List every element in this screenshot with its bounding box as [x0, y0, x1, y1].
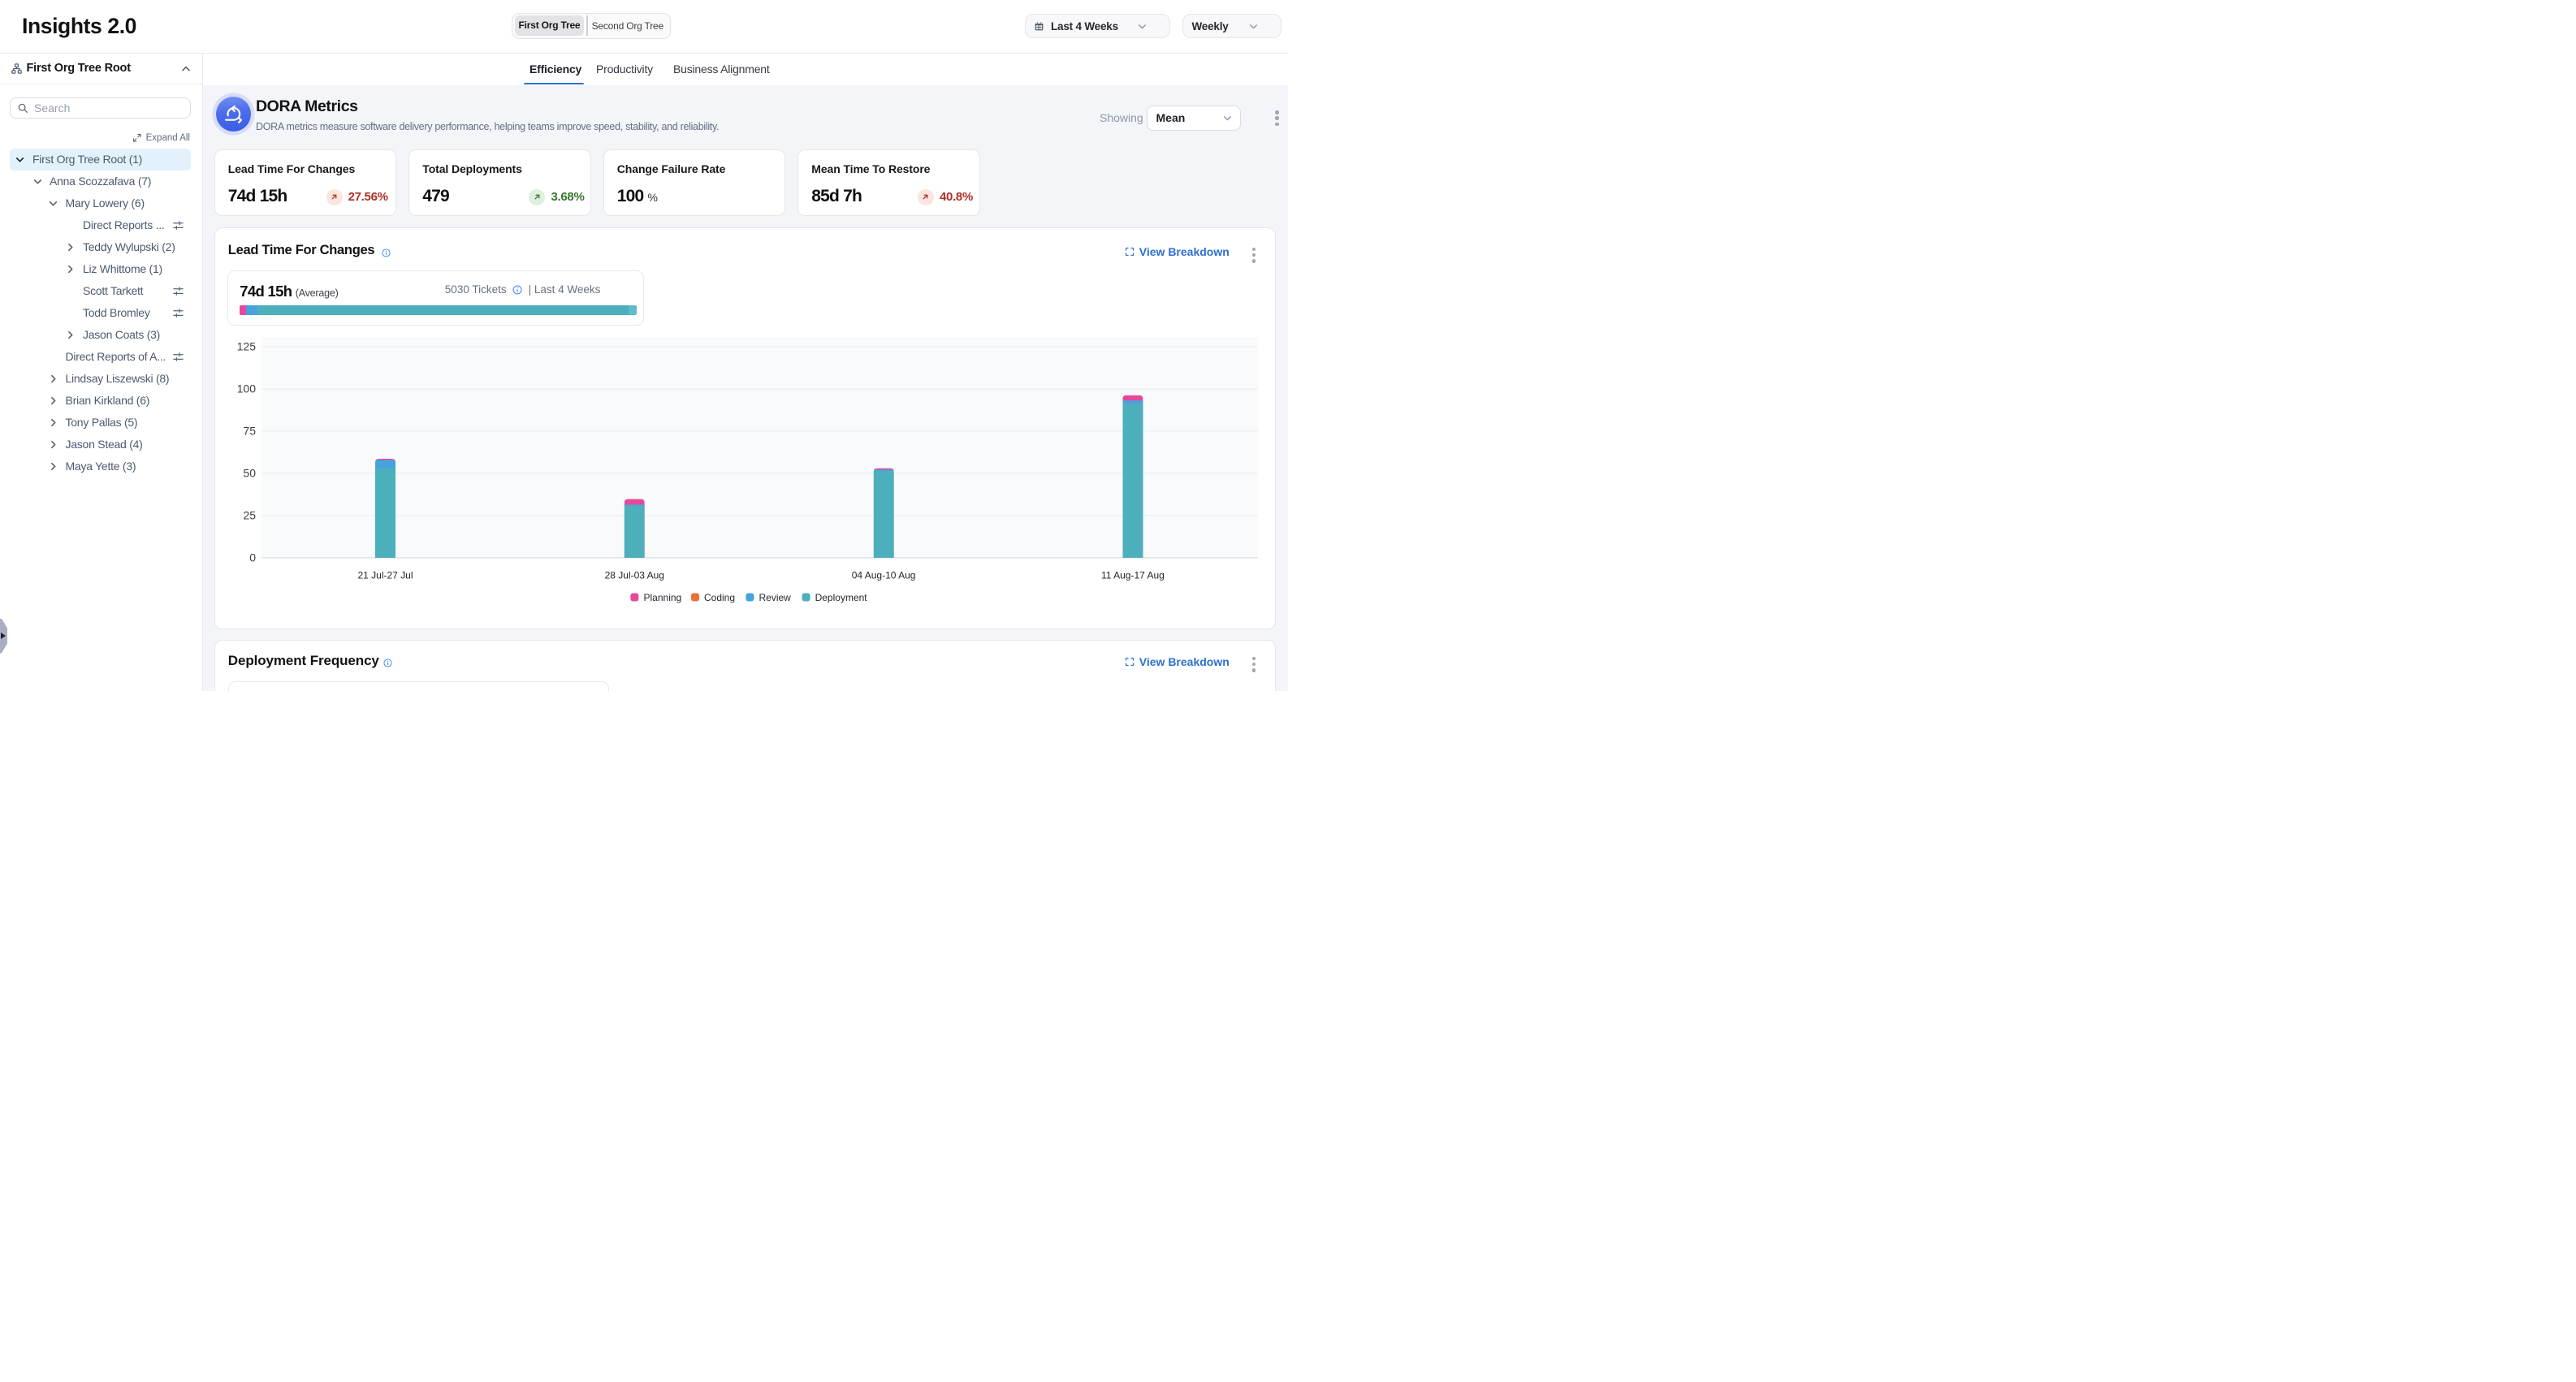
svg-text:50: 50 [243, 466, 256, 479]
svg-text:Coding: Coding [704, 592, 735, 603]
svg-text:25: 25 [243, 508, 256, 521]
svg-text:Planning: Planning [643, 592, 681, 603]
svg-text:100: 100 [236, 382, 256, 395]
svg-text:28 Jul-03 Aug: 28 Jul-03 Aug [604, 569, 663, 581]
svg-text:21 Jul-27 Jul: 21 Jul-27 Jul [357, 569, 413, 581]
svg-text:75: 75 [243, 424, 256, 437]
svg-text:Review: Review [759, 592, 791, 603]
svg-text:04 Aug-10 Aug: 04 Aug-10 Aug [852, 569, 916, 581]
svg-text:125: 125 [236, 339, 256, 352]
svg-text:Deployment: Deployment [815, 592, 867, 603]
svg-text:0: 0 [249, 551, 256, 564]
svg-text:11 Aug-17 Aug: 11 Aug-17 Aug [1101, 569, 1165, 581]
